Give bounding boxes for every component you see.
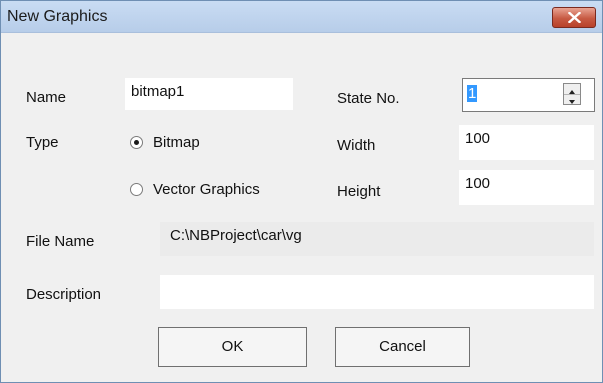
radio-selected-dot [134,140,139,145]
cancel-button[interactable]: Cancel [335,327,470,367]
window-title: New Graphics [7,8,108,25]
state-no-spinner[interactable]: 1 [462,78,595,112]
spin-down-button[interactable] [564,94,580,104]
radio-vector-graphics-label[interactable]: Vector Graphics [153,181,260,198]
description-label: Description [26,286,102,303]
close-button[interactable] [552,7,596,28]
width-input[interactable]: 100 [459,125,594,160]
file-name-label: File Name [26,233,95,250]
spinner-arrows[interactable] [563,83,581,105]
title-bar[interactable]: New Graphics [1,1,602,33]
close-icon [568,12,581,23]
height-label: Height [337,183,381,200]
state-no-value[interactable]: 1 [467,85,478,102]
radio-bitmap-label[interactable]: Bitmap [153,134,200,151]
radio-vector-graphics[interactable] [130,183,143,196]
radio-bitmap[interactable] [130,136,143,149]
state-no-label: State No. [337,90,400,107]
ok-button[interactable]: OK [158,327,307,367]
type-label: Type [26,134,59,151]
name-input[interactable]: bitmap1 [125,78,293,110]
dialog-window: New Graphics Name bitmap1 State No. 1 Ty… [0,0,603,383]
dialog-content: Name bitmap1 State No. 1 Type Bitmap Vec… [10,33,595,374]
file-name-field: C:\NBProject\car\vg [160,222,594,256]
triangle-down-icon [569,100,575,104]
name-label: Name [26,89,67,106]
description-input[interactable] [160,275,594,309]
height-input[interactable]: 100 [459,170,594,205]
width-label: Width [337,137,376,154]
